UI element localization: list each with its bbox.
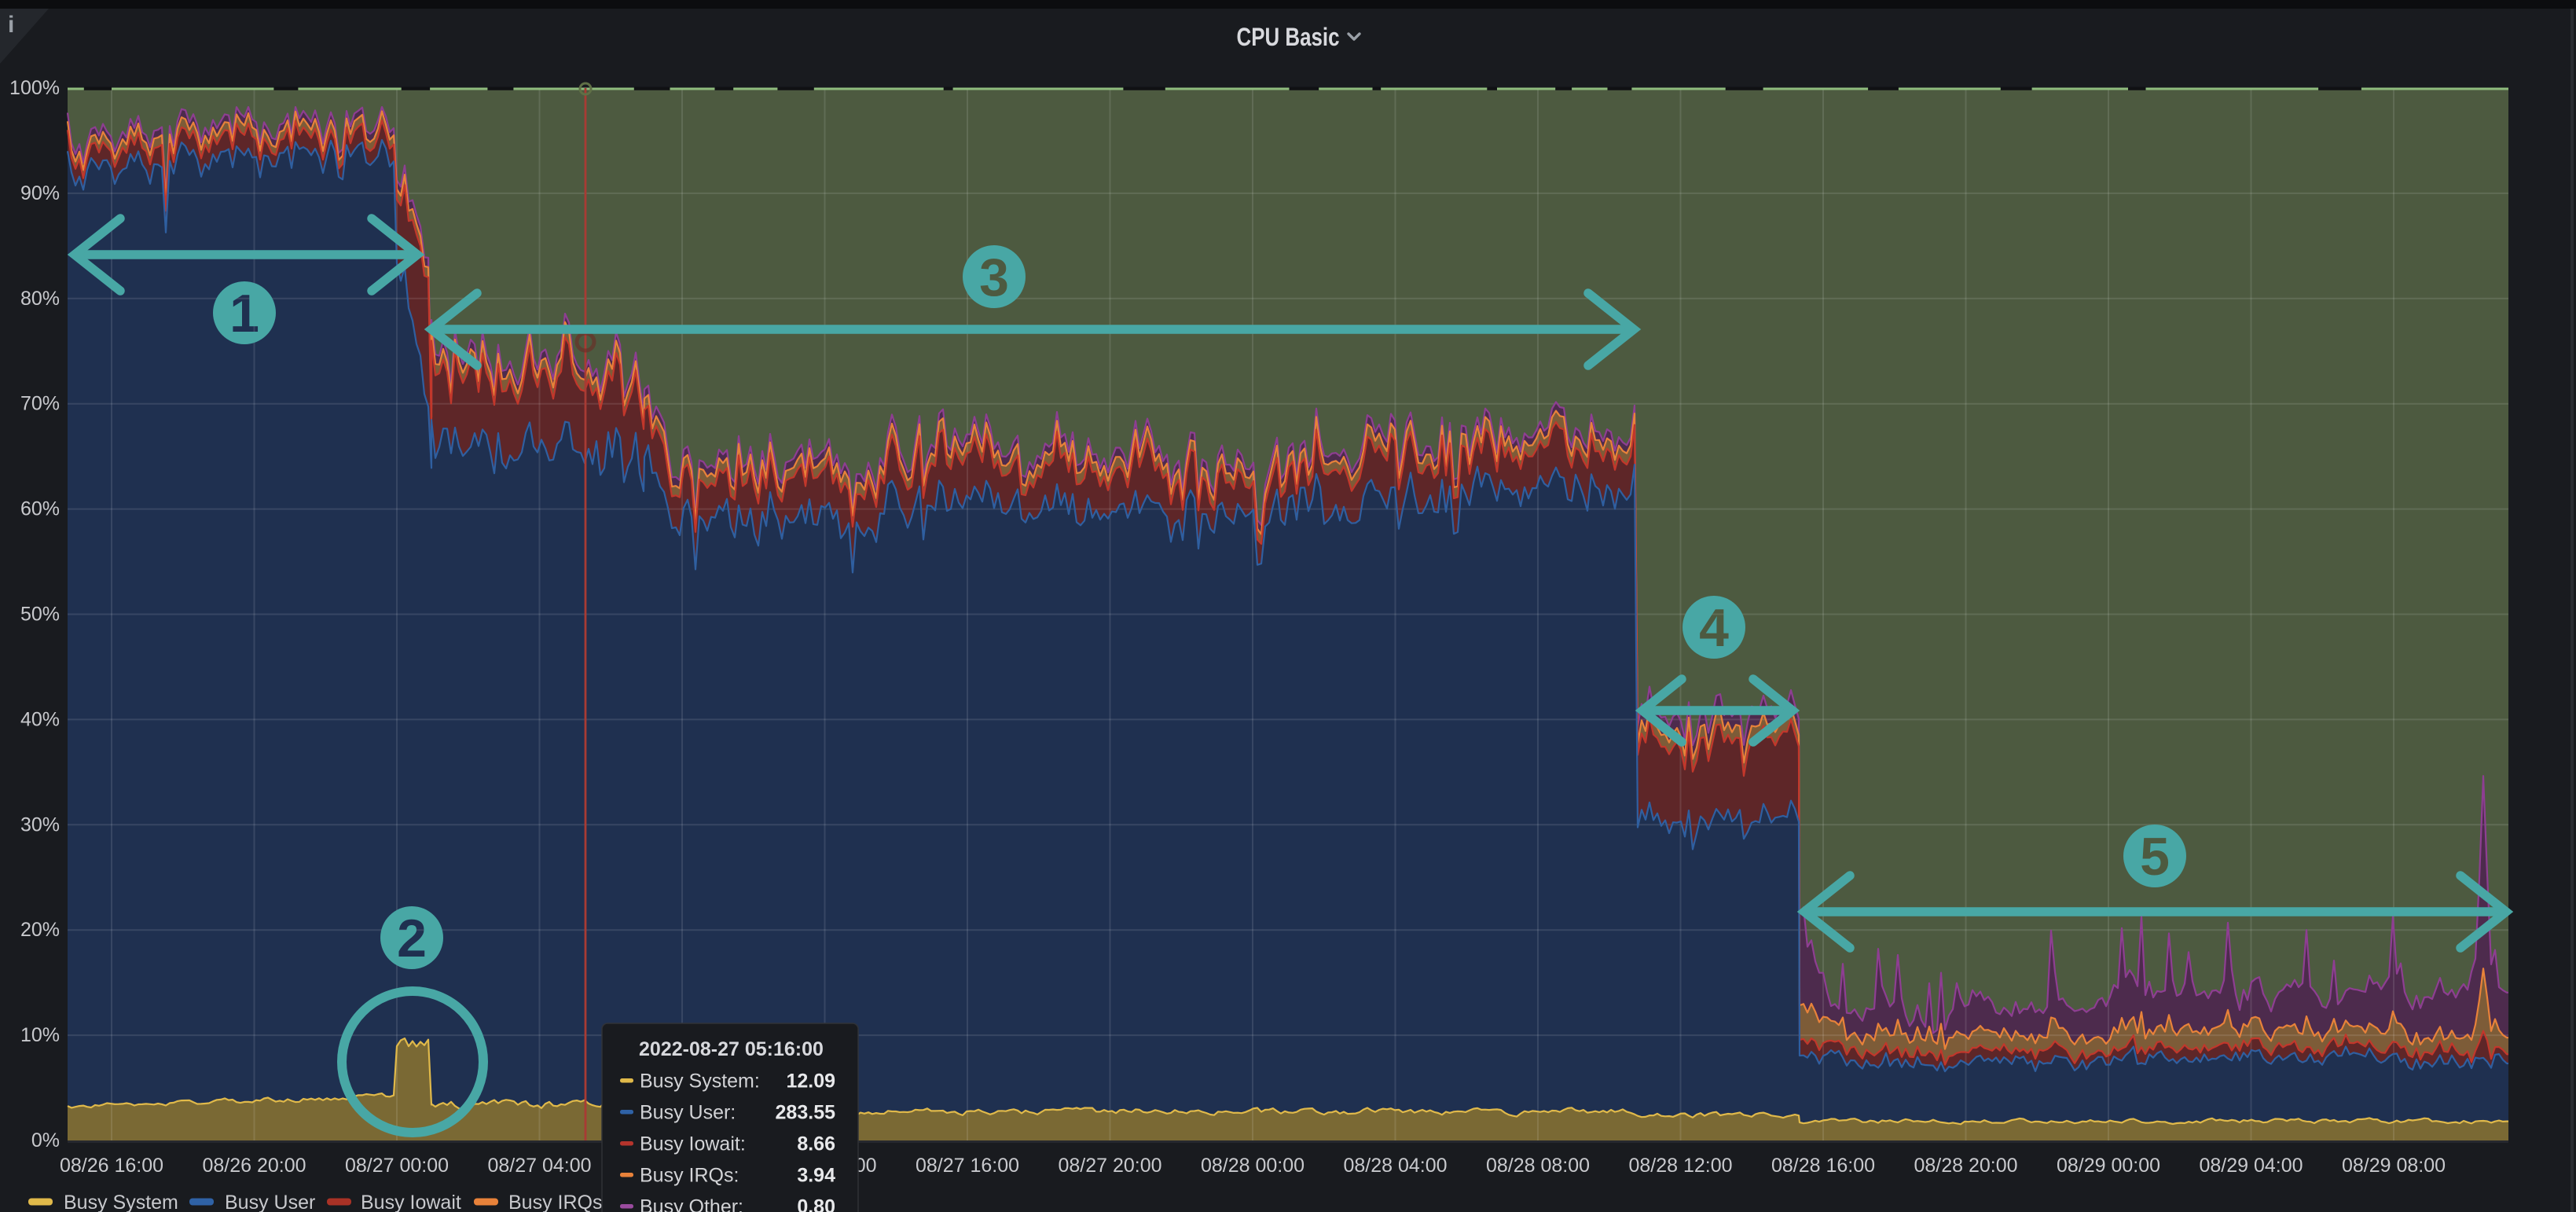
svg-text:Busy User:: Busy User: (640, 1102, 736, 1124)
svg-text:3.94: 3.94 (797, 1165, 835, 1187)
svg-text:80%: 80% (20, 288, 60, 310)
svg-text:Busy Other:: Busy Other: (640, 1196, 743, 1212)
svg-text:i: i (8, 12, 14, 38)
svg-text:CPU Basic: CPU Basic (1237, 23, 1340, 51)
svg-text:08/29 00:00: 08/29 00:00 (2057, 1155, 2160, 1177)
svg-text:Busy System:: Busy System: (640, 1071, 760, 1093)
svg-text:Busy User: Busy User (225, 1192, 315, 1212)
svg-text:08/27 04:00: 08/27 04:00 (487, 1155, 591, 1177)
svg-text:08/28 20:00: 08/28 20:00 (1914, 1155, 2017, 1177)
svg-text:0%: 0% (31, 1129, 60, 1151)
svg-text:08/28 08:00: 08/28 08:00 (1486, 1155, 1590, 1177)
svg-text:60%: 60% (20, 498, 60, 520)
svg-text:Busy IRQs:: Busy IRQs: (640, 1165, 739, 1187)
svg-text:08/27 20:00: 08/27 20:00 (1058, 1155, 1161, 1177)
svg-text:283.55: 283.55 (776, 1102, 836, 1124)
svg-text:08/27 16:00: 08/27 16:00 (916, 1155, 1019, 1177)
svg-text:08/28 04:00: 08/28 04:00 (1343, 1155, 1447, 1177)
svg-text:90%: 90% (20, 182, 60, 204)
svg-text:20%: 20% (20, 919, 60, 941)
svg-text:10%: 10% (20, 1024, 60, 1046)
svg-text:Busy Iowait:: Busy Iowait: (640, 1133, 746, 1155)
svg-text:Busy IRQs: Busy IRQs (508, 1192, 602, 1212)
svg-text:08/29 04:00: 08/29 04:00 (2199, 1155, 2303, 1177)
svg-text:Busy System: Busy System (64, 1192, 178, 1212)
svg-text:08/28 16:00: 08/28 16:00 (1771, 1155, 1875, 1177)
svg-text:08/26 16:00: 08/26 16:00 (60, 1155, 163, 1177)
svg-text:08/29 08:00: 08/29 08:00 (2342, 1155, 2446, 1177)
svg-text:12.09: 12.09 (786, 1071, 835, 1093)
svg-text:50%: 50% (20, 604, 60, 626)
svg-text:2022-08-27 05:16:00: 2022-08-27 05:16:00 (639, 1038, 824, 1060)
svg-text:30%: 30% (20, 814, 60, 836)
svg-text:100%: 100% (9, 77, 60, 99)
svg-text:0.80: 0.80 (797, 1196, 835, 1212)
svg-text:08/28 00:00: 08/28 00:00 (1201, 1155, 1305, 1177)
svg-text:8.66: 8.66 (797, 1133, 835, 1155)
svg-text:08/28 12:00: 08/28 12:00 (1628, 1155, 1732, 1177)
svg-text:70%: 70% (20, 393, 60, 415)
svg-text:08/26 20:00: 08/26 20:00 (202, 1155, 306, 1177)
svg-text:08/27 00:00: 08/27 00:00 (345, 1155, 449, 1177)
svg-text:Busy Iowait: Busy Iowait (361, 1192, 461, 1212)
svg-text:40%: 40% (20, 708, 60, 730)
